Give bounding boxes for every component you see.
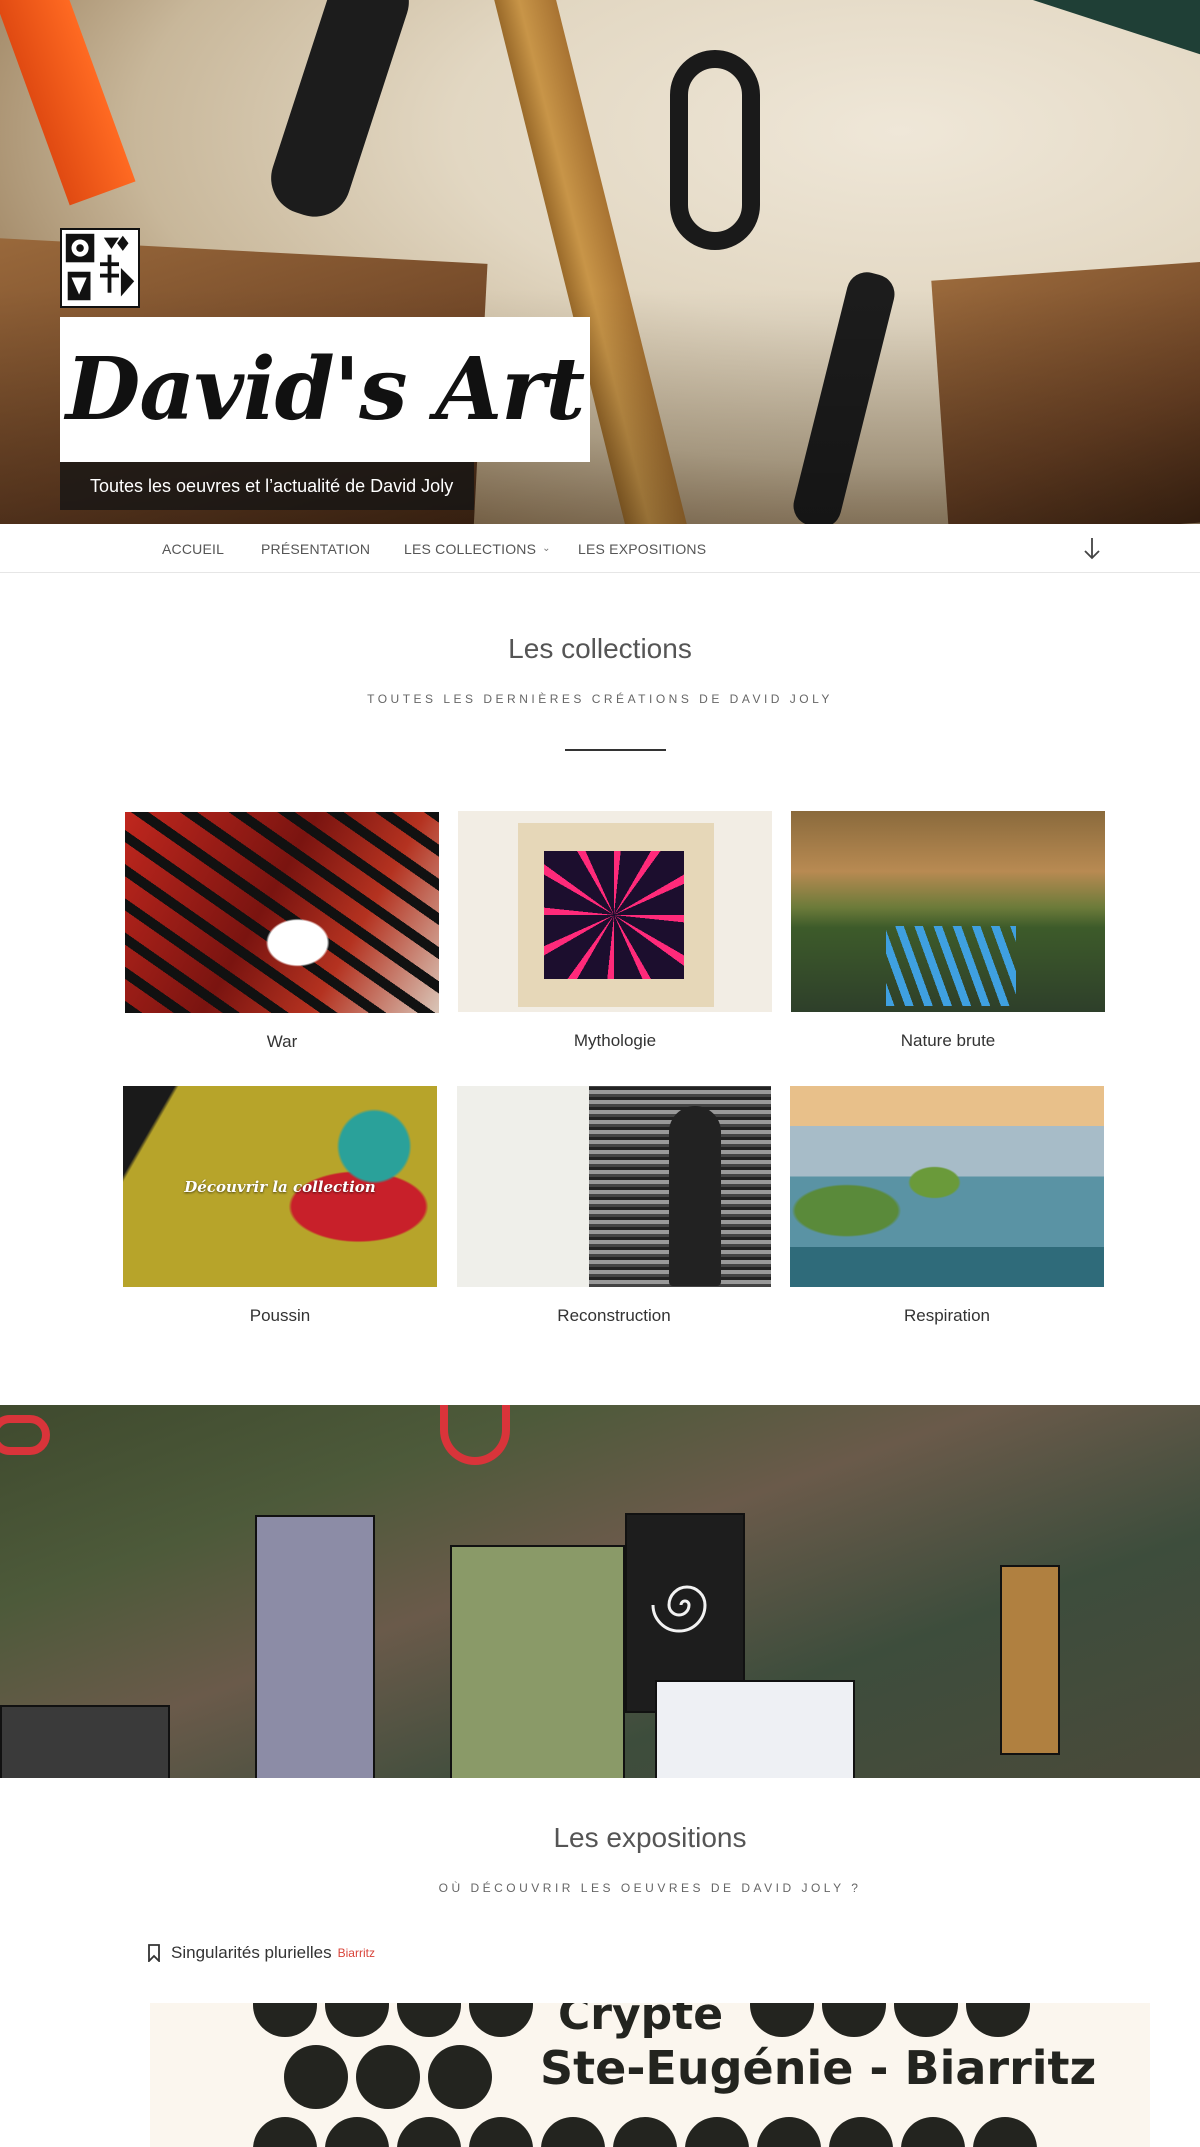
artwork-figure — [669, 1106, 721, 1286]
poster-dot — [829, 2117, 893, 2147]
poster-dot — [822, 2003, 886, 2037]
nav-item-label: Accueil — [162, 540, 225, 557]
section-title: Les expositions — [553, 1822, 747, 1853]
banner-building — [255, 1515, 375, 1778]
spiral-decoration — [651, 1585, 707, 1633]
collection-card-poussin[interactable]: Découvrir la collection Poussin — [123, 1086, 437, 1325]
banner-red-stroke — [0, 1415, 50, 1455]
collection-label[interactable]: Poussin — [123, 1306, 437, 1326]
collection-thumbnail[interactable] — [458, 811, 772, 1012]
section-divider — [565, 749, 666, 751]
collection-card-mythologie[interactable]: Mythologie — [458, 811, 772, 1050]
poster-dot — [685, 2117, 749, 2147]
poster-dot — [750, 2003, 814, 2037]
collection-card-nature-brute[interactable]: Nature brute — [791, 811, 1105, 1050]
poster-dot — [325, 2117, 389, 2147]
site-tagline: Toutes les oeuvres et l’actualité de Dav… — [60, 462, 474, 510]
collection-label[interactable]: Mythologie — [458, 1031, 772, 1051]
collection-card-respiration[interactable]: Respiration — [790, 1086, 1104, 1325]
collection-label[interactable]: Nature brute — [791, 1031, 1105, 1051]
collection-thumbnail[interactable] — [791, 811, 1105, 1012]
banner-building — [0, 1705, 170, 1778]
exposition-city[interactable]: Biarritz — [338, 1946, 375, 1960]
site-title[interactable]: David's Art — [66, 339, 586, 440]
artwork-center — [544, 851, 684, 979]
collection-thumbnail[interactable] — [790, 1086, 1104, 1287]
artwork-blue-strokes — [886, 926, 1016, 1006]
collection-card-reconstruction[interactable]: Reconstruction — [457, 1086, 771, 1325]
artwork-banner — [0, 1405, 1200, 1778]
exposition-poster[interactable]: Crypte Ste-Eugénie - Biarritz — [150, 2003, 1150, 2147]
site-title-box: David's Art — [60, 317, 590, 462]
arrow-down-icon[interactable] — [1080, 536, 1104, 562]
collection-label[interactable]: Respiration — [790, 1306, 1104, 1326]
collection-label[interactable]: Reconstruction — [457, 1306, 771, 1326]
poster-dot — [966, 2003, 1030, 2037]
poster-dot — [541, 2117, 605, 2147]
poster-dot — [757, 2117, 821, 2147]
poster-dot — [613, 2117, 677, 2147]
collection-label[interactable]: War — [125, 1032, 439, 1052]
exposition-name[interactable]: Singularités plurielles — [171, 1943, 332, 1963]
poster-dot — [469, 2003, 533, 2037]
collection-thumbnail[interactable]: Découvrir la collection — [123, 1086, 437, 1287]
site-logo[interactable] — [60, 228, 140, 308]
discover-collection-overlay[interactable]: Découvrir la collection — [123, 1086, 437, 1287]
poster-dot — [428, 2045, 492, 2109]
poster-dot — [253, 2117, 317, 2147]
collection-thumbnail[interactable] — [125, 812, 439, 1013]
main-nav: Accueil Présentation Les collections ⌄ L… — [0, 524, 1200, 573]
poster-dot — [397, 2117, 461, 2147]
nav-item-label: Présentation — [261, 540, 371, 557]
poster-dot — [397, 2003, 461, 2037]
collection-card-war[interactable]: War — [125, 812, 439, 1051]
poster-dot — [469, 2117, 533, 2147]
banner-building — [450, 1545, 625, 1778]
section-subtitle: Où découvrir les oeuvres de David Joly ? — [438, 1881, 862, 1895]
nav-item-expositions[interactable]: Les expositions — [578, 524, 706, 573]
section-title: Les collections — [508, 633, 692, 664]
nav-item-label: Les collections — [404, 540, 537, 557]
banner-red-stroke — [440, 1405, 510, 1465]
nav-item-label: Les expositions — [578, 540, 707, 557]
tribal-logo-icon — [62, 230, 138, 306]
poster-dot — [901, 2117, 965, 2147]
poster-dot — [325, 2003, 389, 2037]
poster-dot — [253, 2003, 317, 2037]
banner-building — [655, 1680, 855, 1778]
poster-line-1: Crypte — [558, 2003, 724, 2040]
nav-item-accueil[interactable]: Accueil — [162, 524, 224, 573]
bookmark-icon — [148, 1944, 160, 1962]
banner-building — [1000, 1565, 1060, 1755]
poster-line-2: Ste-Eugénie - Biarritz — [540, 2041, 1097, 2095]
collection-thumbnail[interactable] — [457, 1086, 771, 1287]
poster-dot — [284, 2045, 348, 2109]
nav-item-collections[interactable]: Les collections ⌄ — [404, 524, 551, 573]
poster-dot — [894, 2003, 958, 2037]
nav-item-presentation[interactable]: Présentation — [261, 524, 370, 573]
chevron-down-icon: ⌄ — [542, 543, 551, 554]
exposition-item[interactable]: Singularités plurielles Biarritz — [147, 1941, 375, 1965]
section-subtitle: Toutes les dernières créations de David … — [367, 692, 833, 706]
poster-dot — [973, 2117, 1037, 2147]
hero-header: David's Art Toutes les oeuvres et l’actu… — [0, 0, 1200, 524]
poster-dot — [356, 2045, 420, 2109]
